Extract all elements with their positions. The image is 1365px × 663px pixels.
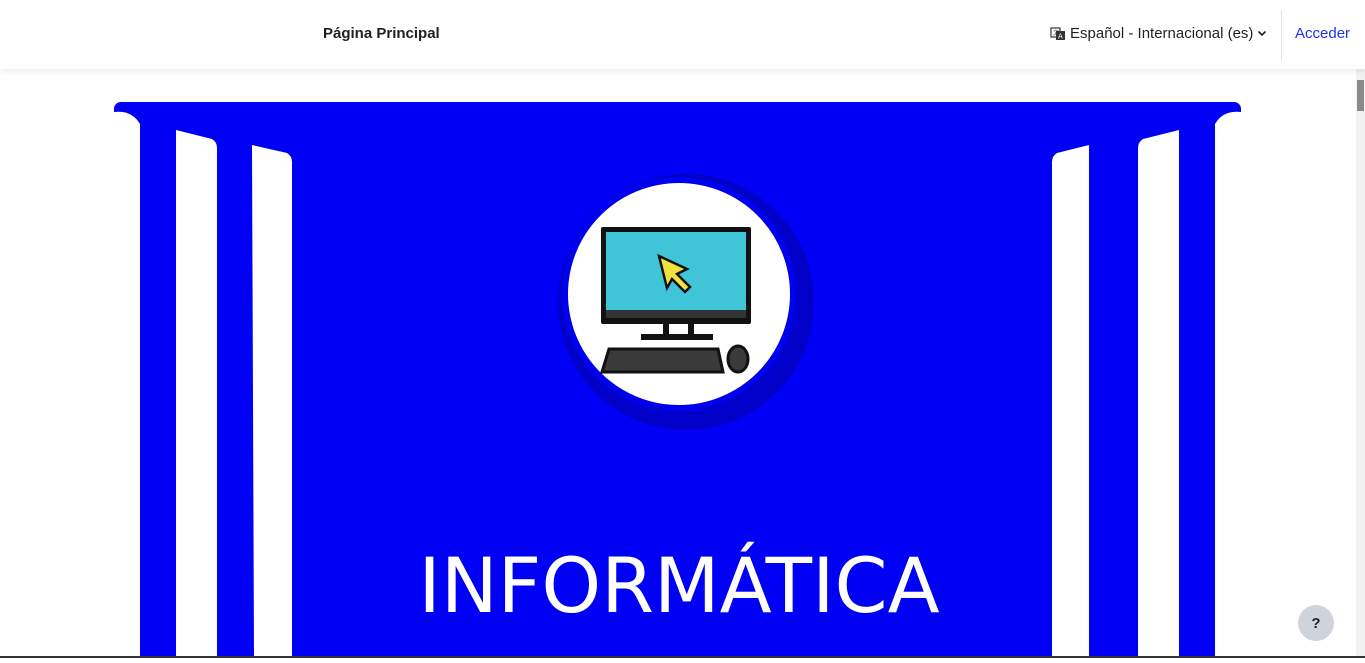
top-navbar: Página Principal 文 A Español - Internaci… [0, 0, 1365, 69]
help-button[interactable]: ? [1298, 605, 1334, 641]
language-label: Español - Internacional (es) [1070, 25, 1254, 42]
chevron-down-icon [1257, 25, 1267, 42]
login-link[interactable]: Acceder [1295, 25, 1350, 42]
language-icon: 文 A [1050, 26, 1066, 42]
nav-divider [1281, 10, 1282, 61]
home-link[interactable]: Página Principal [323, 25, 440, 42]
course-banner-image: INFORMÁTICA [114, 102, 1241, 663]
language-selector[interactable]: 文 A Español - Internacional (es) [1050, 25, 1267, 42]
svg-text:A: A [1058, 32, 1063, 40]
banner-title: INFORMÁTICA [418, 541, 939, 630]
scrollbar-track[interactable] [1356, 69, 1365, 658]
scrollbar-thumb[interactable] [1357, 80, 1364, 111]
